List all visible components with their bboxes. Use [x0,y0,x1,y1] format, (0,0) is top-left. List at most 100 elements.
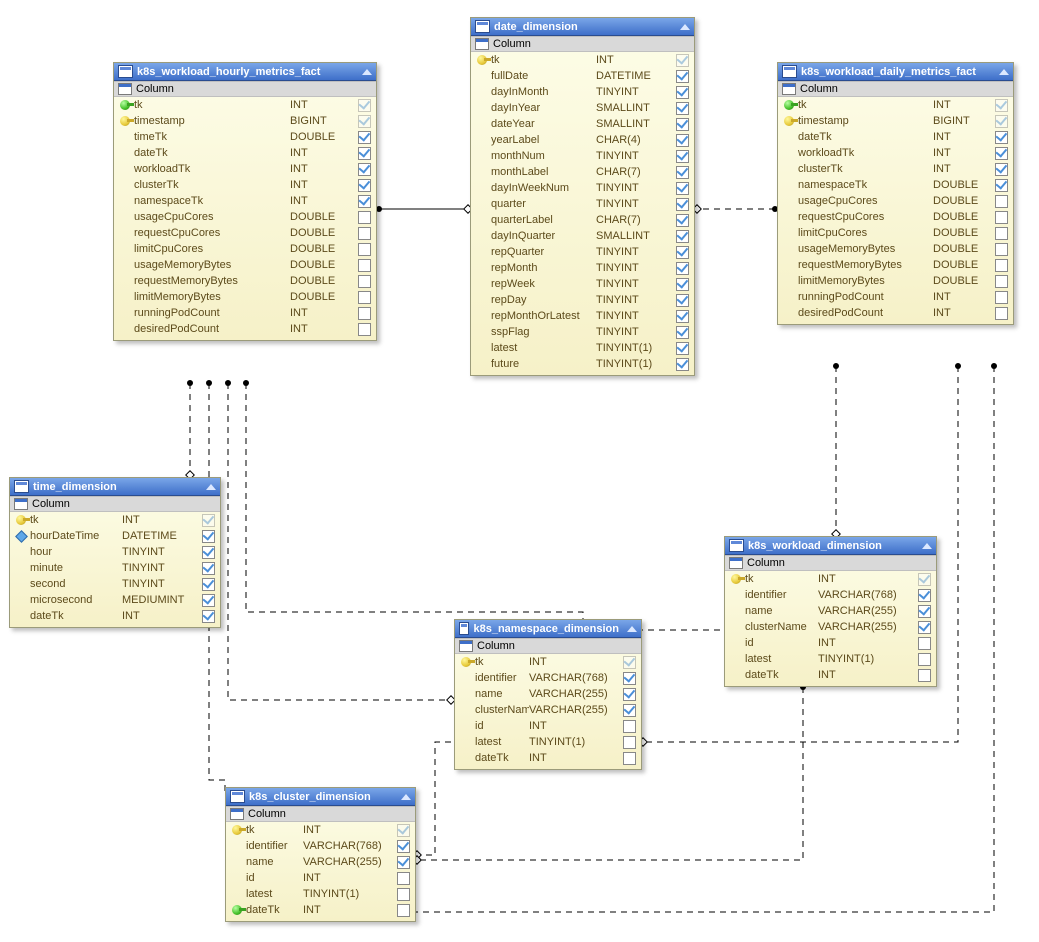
table-titlebar[interactable]: k8s_workload_dimension [725,537,936,555]
checkbox-icon[interactable] [995,195,1008,208]
checkbox-icon[interactable] [623,656,636,669]
table-titlebar[interactable]: date_dimension [471,18,694,36]
column-row[interactable]: dateTkINT [455,750,641,769]
checkbox-icon[interactable] [918,669,931,682]
column-row[interactable]: secondTINYINT [10,576,220,592]
checkbox-icon[interactable] [676,102,689,115]
checkbox-icon[interactable] [995,131,1008,144]
checkbox-icon[interactable] [202,514,215,527]
column-row[interactable]: nameVARCHAR(255) [226,854,415,870]
checkbox-icon[interactable] [918,653,931,666]
checkbox-icon[interactable] [358,307,371,320]
column-row[interactable]: hourTINYINT [10,544,220,560]
column-row[interactable]: yearLabelCHAR(4) [471,132,694,148]
checkbox-icon[interactable] [676,246,689,259]
collapse-icon[interactable] [206,484,216,490]
column-row[interactable]: dayInQuarterSMALLINT [471,228,694,244]
column-row[interactable]: quarterTINYINT [471,196,694,212]
checkbox-icon[interactable] [995,179,1008,192]
checkbox-icon[interactable] [676,54,689,67]
checkbox-icon[interactable] [202,530,215,543]
checkbox-icon[interactable] [358,243,371,256]
checkbox-icon[interactable] [995,227,1008,240]
column-row[interactable]: runningPodCountINT [114,305,376,321]
column-row[interactable]: latestTINYINT(1) [226,886,415,902]
column-row[interactable]: requestCpuCoresDOUBLE [114,225,376,241]
checkbox-icon[interactable] [918,637,931,650]
checkbox-icon[interactable] [676,150,689,163]
checkbox-icon[interactable] [397,888,410,901]
db-table-date_dim[interactable]: date_dimensionColumntkINTfullDateDATETIM… [470,17,695,376]
checkbox-icon[interactable] [397,840,410,853]
checkbox-icon[interactable] [397,872,410,885]
column-row[interactable]: dateTkINT [725,667,936,686]
column-row[interactable]: identifierVARCHAR(768) [455,670,641,686]
checkbox-icon[interactable] [358,195,371,208]
checkbox-icon[interactable] [995,211,1008,224]
checkbox-icon[interactable] [676,326,689,339]
checkbox-icon[interactable] [995,291,1008,304]
checkbox-icon[interactable] [918,589,931,602]
column-row[interactable]: tkINT [778,97,1013,113]
checkbox-icon[interactable] [676,70,689,83]
checkbox-icon[interactable] [995,147,1008,160]
checkbox-icon[interactable] [358,259,371,272]
checkbox-icon[interactable] [358,163,371,176]
column-row[interactable]: microsecondMEDIUMINT [10,592,220,608]
column-row[interactable]: requestMemoryBytesDOUBLE [114,273,376,289]
column-row[interactable]: latestTINYINT(1) [455,734,641,750]
column-row[interactable]: latestTINYINT(1) [471,340,694,356]
table-titlebar[interactable]: k8s_workload_hourly_metrics_fact [114,63,376,81]
table-titlebar[interactable]: k8s_workload_daily_metrics_fact [778,63,1013,81]
checkbox-icon[interactable] [918,573,931,586]
column-row[interactable]: fullDateDATETIME [471,68,694,84]
checkbox-icon[interactable] [202,562,215,575]
column-row[interactable]: nameVARCHAR(255) [455,686,641,702]
column-row[interactable]: idINT [455,718,641,734]
column-row[interactable]: limitCpuCoresDOUBLE [114,241,376,257]
collapse-icon[interactable] [362,69,372,75]
column-row[interactable]: tkINT [226,822,415,838]
column-row[interactable]: tkINT [455,654,641,670]
collapse-icon[interactable] [680,24,690,30]
checkbox-icon[interactable] [358,227,371,240]
checkbox-icon[interactable] [676,262,689,275]
column-row[interactable]: clusterNameVARCHAR(255) [725,619,936,635]
column-row[interactable]: idINT [725,635,936,651]
db-table-hourly[interactable]: k8s_workload_hourly_metrics_factColumntk… [113,62,377,341]
checkbox-icon[interactable] [358,211,371,224]
db-table-time_dim[interactable]: time_dimensionColumntkINThourDateTimeDAT… [9,477,221,628]
checkbox-icon[interactable] [995,307,1008,320]
column-row[interactable]: dateTkINT [778,129,1013,145]
collapse-icon[interactable] [627,626,637,632]
collapse-icon[interactable] [401,794,411,800]
column-row[interactable]: nameVARCHAR(255) [725,603,936,619]
column-row[interactable]: futureTINYINT(1) [471,356,694,375]
checkbox-icon[interactable] [202,546,215,559]
column-row[interactable]: timestampBIGINT [114,113,376,129]
column-row[interactable]: timeTkDOUBLE [114,129,376,145]
checkbox-icon[interactable] [623,720,636,733]
checkbox-icon[interactable] [676,166,689,179]
column-row[interactable]: identifierVARCHAR(768) [226,838,415,854]
checkbox-icon[interactable] [202,610,215,623]
checkbox-icon[interactable] [676,310,689,323]
column-row[interactable]: repDayTINYINT [471,292,694,308]
checkbox-icon[interactable] [358,115,371,128]
checkbox-icon[interactable] [676,342,689,355]
column-row[interactable]: tkINT [114,97,376,113]
column-row[interactable]: limitMemoryBytesDOUBLE [778,273,1013,289]
table-titlebar[interactable]: time_dimension [10,478,220,496]
checkbox-icon[interactable] [676,294,689,307]
checkbox-icon[interactable] [397,856,410,869]
collapse-icon[interactable] [922,543,932,549]
column-row[interactable]: limitCpuCoresDOUBLE [778,225,1013,241]
checkbox-icon[interactable] [918,621,931,634]
column-row[interactable]: dayInWeekNumTINYINT [471,180,694,196]
checkbox-icon[interactable] [995,259,1008,272]
column-row[interactable]: workloadTkINT [778,145,1013,161]
column-row[interactable]: monthLabelCHAR(7) [471,164,694,180]
checkbox-icon[interactable] [358,147,371,160]
checkbox-icon[interactable] [623,672,636,685]
checkbox-icon[interactable] [995,275,1008,288]
